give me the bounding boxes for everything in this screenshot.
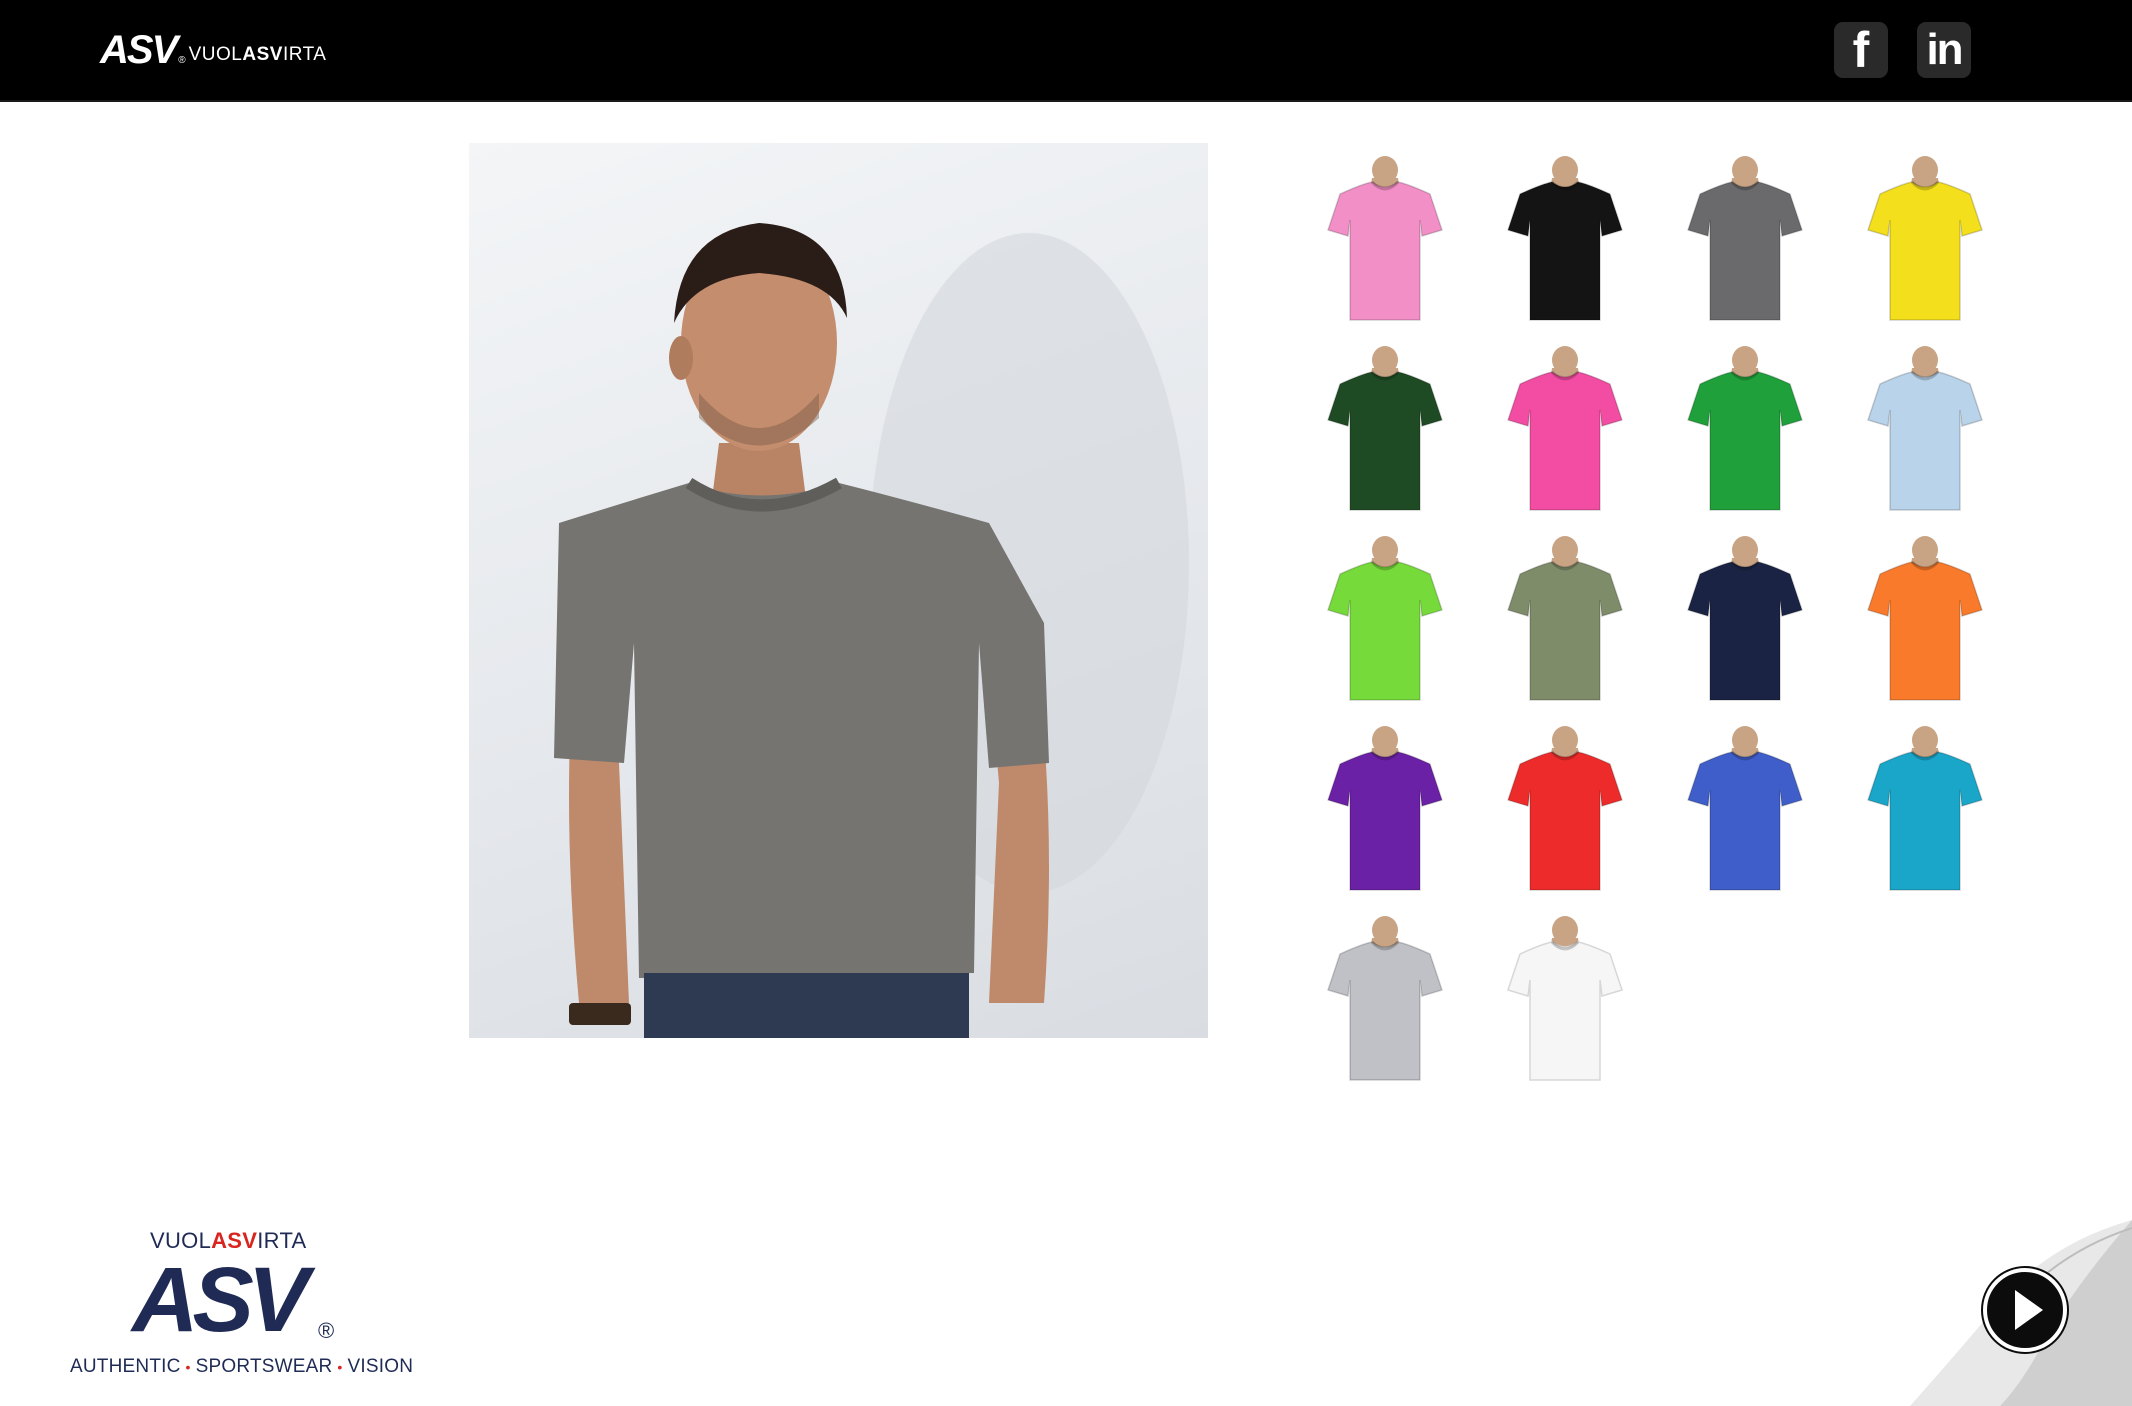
tshirt-icon: [1327, 156, 1443, 321]
tshirt-icon: [1687, 346, 1803, 511]
tshirt-icon: [1687, 156, 1803, 321]
swatch-purple[interactable]: [1310, 720, 1460, 900]
footer-logo: VUOLASVIRTA ASV ® AUTHENTIC • SPORTSWEAR • V…: [60, 1228, 420, 1388]
swatch-white[interactable]: [1490, 910, 1640, 1090]
tshirt-icon: [1687, 726, 1803, 891]
swatch-charcoal[interactable]: [1670, 150, 1820, 330]
footer-brand-mark: ASV: [132, 1249, 309, 1351]
swatch-red[interactable]: [1490, 720, 1640, 900]
product-photo: [469, 143, 1208, 1038]
footer-slogan: AUTHENTIC • SPORTSWEAR • VISION: [70, 1356, 414, 1377]
swatch-bottle-green[interactable]: [1310, 340, 1460, 520]
linkedin-icon[interactable]: in: [1917, 22, 1971, 78]
swatch-navy[interactable]: [1670, 530, 1820, 710]
color-swatch-grid: [1310, 150, 2010, 1100]
tshirt-icon: [1687, 536, 1803, 701]
swatch-green[interactable]: [1670, 340, 1820, 520]
tshirt-icon: [1327, 726, 1443, 891]
model-illustration: [554, 223, 1189, 1038]
play-icon: [2015, 1290, 2043, 1330]
swatch-yellow[interactable]: [1850, 150, 2000, 330]
tshirt-icon: [1867, 346, 1983, 511]
tshirt-icon: [1867, 156, 1983, 321]
swatch-pink[interactable]: [1310, 150, 1460, 330]
tshirt-icon: [1507, 726, 1623, 891]
brand-mark: ASV: [100, 28, 178, 72]
tshirt-icon: [1327, 346, 1443, 511]
swatch-light-blue[interactable]: [1850, 340, 2000, 520]
tshirt-icon: [1327, 536, 1443, 701]
next-page-button[interactable]: [1983, 1268, 2067, 1352]
brand-tagline: VUOLASVIRTA: [188, 44, 327, 65]
top-bar: ASV ® VUOLASVIRTA f in: [0, 0, 2132, 102]
swatch-fuchsia[interactable]: [1490, 340, 1640, 520]
brand-registered: ®: [178, 55, 186, 66]
swatch-black[interactable]: [1490, 150, 1640, 330]
tshirt-icon: [1507, 916, 1623, 1081]
swatch-turquoise[interactable]: [1850, 720, 2000, 900]
swatch-olive[interactable]: [1490, 530, 1640, 710]
swatch-lime[interactable]: [1310, 530, 1460, 710]
brand-logo[interactable]: ASV ® VUOLASVIRTA: [100, 28, 327, 72]
footer-registered: ®: [318, 1318, 335, 1343]
tshirt-icon: [1867, 726, 1983, 891]
swatch-orange[interactable]: [1850, 530, 2000, 710]
tshirt-icon: [1867, 536, 1983, 701]
facebook-icon[interactable]: f: [1834, 22, 1888, 78]
tshirt-icon: [1507, 156, 1623, 321]
tshirt-icon: [1507, 346, 1623, 511]
tshirt-icon: [1507, 536, 1623, 701]
tshirt-icon: [1327, 916, 1443, 1081]
swatch-royal-blue[interactable]: [1670, 720, 1820, 900]
swatch-heather-grey[interactable]: [1310, 910, 1460, 1090]
